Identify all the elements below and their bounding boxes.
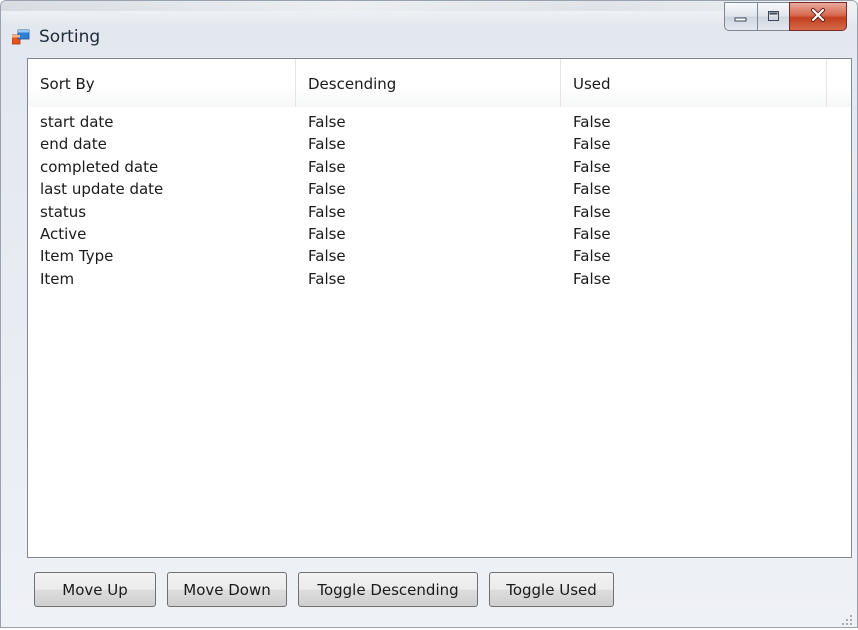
cell-used: False <box>573 202 611 221</box>
cell-sort-by: completed date <box>40 157 159 176</box>
table-row[interactable]: status False False <box>28 201 851 223</box>
windows-form-icon <box>11 29 30 45</box>
cell-sort-by: start date <box>40 113 114 131</box>
table-row[interactable]: Item False False <box>28 268 851 290</box>
table-row[interactable]: end date False False <box>28 133 851 155</box>
cell-used: False <box>573 247 611 266</box>
cell-used: False <box>573 180 611 199</box>
minimize-icon <box>734 7 748 26</box>
cell-descending: False <box>308 247 346 266</box>
toggle-descending-button[interactable]: Toggle Descending <box>298 572 478 607</box>
table-row[interactable]: last update date False False <box>28 178 851 200</box>
table-row[interactable]: Active False False <box>28 223 851 245</box>
cell-used: False <box>573 269 611 288</box>
list-rows: start date False False end date False Fa… <box>28 111 851 290</box>
move-down-button[interactable]: Move Down <box>167 572 287 607</box>
cell-sort-by: last update date <box>40 180 164 199</box>
cell-descending: False <box>308 135 346 154</box>
cell-sort-by: Item Type <box>40 247 114 266</box>
cell-descending: False <box>308 180 346 199</box>
column-header-filler <box>827 59 851 107</box>
move-up-button[interactable]: Move Up <box>34 572 156 607</box>
cell-descending: False <box>308 269 346 288</box>
sorting-window: Sorting Sort By Descending Used start da… <box>0 0 858 628</box>
cell-sort-by: status <box>40 202 87 221</box>
resize-grip-icon[interactable] <box>841 611 853 625</box>
maximize-button[interactable] <box>757 2 789 31</box>
maximize-icon <box>767 7 781 26</box>
cell-descending: False <box>308 113 346 131</box>
minimize-button[interactable] <box>724 2 757 31</box>
cell-sort-by: Active <box>40 224 87 243</box>
cell-descending: False <box>308 157 346 176</box>
cell-descending: False <box>308 202 346 221</box>
list-header: Sort By Descending Used <box>28 59 851 107</box>
caption-buttons <box>724 2 847 32</box>
table-row[interactable]: Item Type False False <box>28 245 851 267</box>
cell-used: False <box>573 113 611 131</box>
cell-descending: False <box>308 224 346 243</box>
table-row[interactable]: completed date False False <box>28 156 851 178</box>
sort-list-view[interactable]: Sort By Descending Used start date False… <box>27 58 852 558</box>
column-header-used[interactable]: Used <box>561 59 827 107</box>
cell-used: False <box>573 157 611 176</box>
toggle-used-button[interactable]: Toggle Used <box>489 572 614 607</box>
cell-sort-by: Item <box>40 269 75 288</box>
window-title: Sorting <box>39 27 101 47</box>
cell-sort-by: end date <box>40 135 107 154</box>
title-bar[interactable]: Sorting <box>1 1 857 57</box>
close-button[interactable] <box>789 2 847 31</box>
column-header-sort-by[interactable]: Sort By <box>28 59 296 107</box>
cell-used: False <box>573 135 611 154</box>
table-row[interactable]: start date False False <box>28 111 851 133</box>
close-icon <box>810 7 826 26</box>
column-header-descending[interactable]: Descending <box>296 59 561 107</box>
cell-used: False <box>573 224 611 243</box>
